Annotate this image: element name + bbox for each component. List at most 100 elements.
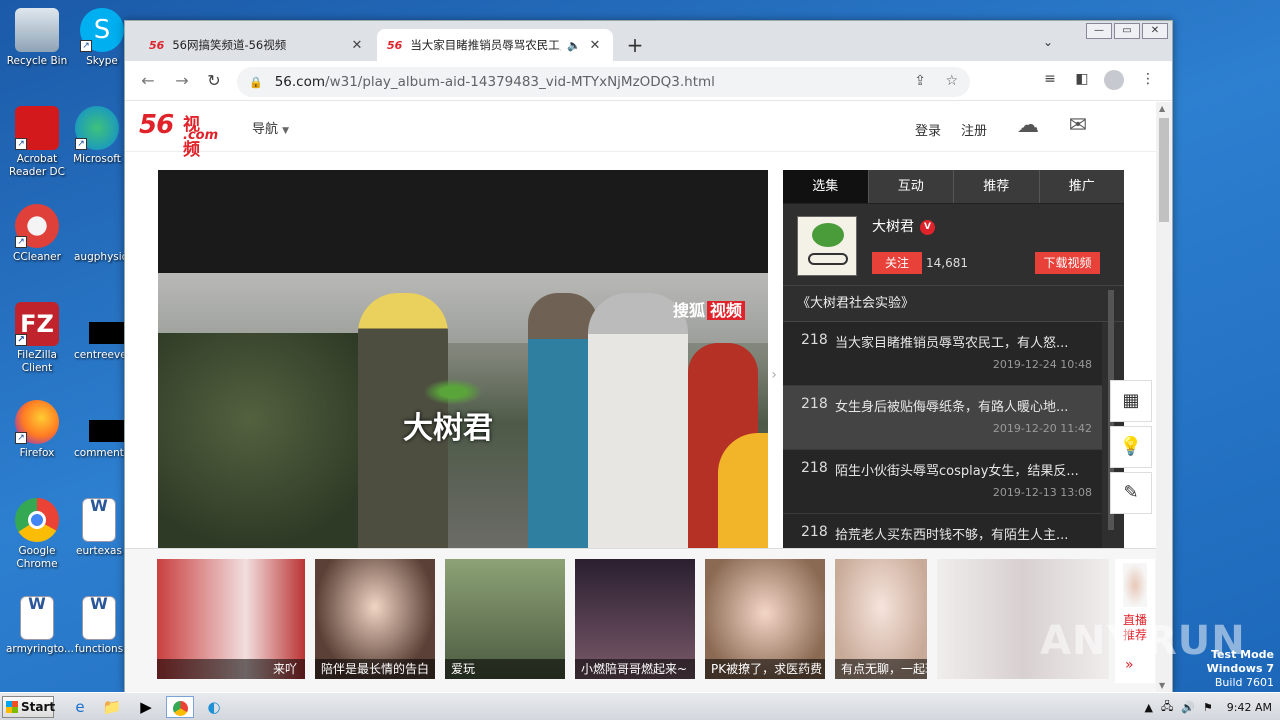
maximize-button[interactable]: ▭ <box>1114 23 1140 39</box>
file-icon <box>77 204 121 248</box>
upload-cloud-icon[interactable]: ☁ <box>1013 114 1043 140</box>
ccleaner-icon: ↗ <box>15 204 59 248</box>
lock-icon[interactable]: 🔒 <box>249 76 263 89</box>
collapse-panel-icon[interactable]: › <box>767 367 781 383</box>
desktop-icon-label: Microsoft <box>73 153 121 165</box>
logo-number: 56 <box>139 110 174 140</box>
logo-domain: .com <box>183 128 219 143</box>
site-logo[interactable]: 56 视频 .com <box>139 110 218 160</box>
qrcode-icon[interactable]: ▦ <box>1110 380 1152 422</box>
close-tab-icon[interactable]: ✕ <box>587 38 603 53</box>
ad-tile[interactable]: 有点无聊，一起玩 <box>835 559 927 679</box>
ad-caption: PK被撩了，求医药费 <box>705 659 825 679</box>
file-icon <box>77 400 124 444</box>
start-button[interactable]: Start <box>2 696 55 718</box>
chrome-shortcut[interactable]: Google Chrome <box>6 498 68 571</box>
nav-menu[interactable]: 导航 ▼ <box>252 118 289 137</box>
live-ad-strip: 来吖 陪伴是最长情的告白 爱玩 小燃陪哥哥燃起来~ PK被撩了，求医药费 有点无… <box>125 548 1157 692</box>
album-title[interactable]: 《大树君社会实验》 <box>783 286 1124 322</box>
tab-recommend[interactable]: 推荐 <box>953 170 1039 203</box>
tab-video-active[interactable]: 56 当大家目睹推销员辱骂农民工, 🔈 ✕ <box>377 29 613 61</box>
profile-avatar[interactable] <box>1103 70 1125 95</box>
skype-shortcut[interactable]: S ↗ Skype <box>80 8 124 68</box>
volume-icon[interactable]: 🔊 <box>1181 701 1195 714</box>
nav-label: 导航 <box>252 122 279 137</box>
follow-button[interactable]: 关注 <box>872 252 922 274</box>
list-item[interactable]: 218 女生身后被贴侮辱纸条，有路人暖心地... 2019-12-20 11:4… <box>783 386 1102 450</box>
page-scrollbar[interactable]: ▲ ▼ <box>1156 102 1172 692</box>
tab-episodes[interactable]: 选集 <box>783 170 868 203</box>
bookmark-star-icon[interactable]: ☆ <box>945 73 958 89</box>
tab-interact[interactable]: 互动 <box>867 170 954 203</box>
scroll-thumb[interactable] <box>1159 118 1169 222</box>
share-icon[interactable]: ⇪ <box>914 73 926 89</box>
armyringto-file[interactable]: W armyringto... <box>6 596 74 656</box>
mail-icon[interactable]: ✉ <box>1063 114 1093 140</box>
forward-icon[interactable]: → <box>171 71 193 91</box>
desktop-icon-label: FileZilla Client <box>17 349 57 374</box>
avatar[interactable] <box>797 216 857 276</box>
list-item[interactable]: 218 当大家目睹推销员辱骂农民工，有人怒... 2019-12-24 10:4… <box>783 322 1102 386</box>
ad-tile[interactable]: 小燃陪哥哥燃起来~ <box>575 559 695 679</box>
centreeve-file[interactable]: centreeve <box>74 302 124 362</box>
scroll-up-icon[interactable]: ▲ <box>1159 104 1165 113</box>
ie-taskbar-icon[interactable]: e <box>66 696 94 718</box>
side-panel-icon[interactable]: ◧ <box>1071 71 1093 87</box>
login-link[interactable]: 登录 <box>915 120 941 139</box>
eurtexas-file[interactable]: W eurtexas <box>74 498 124 558</box>
ad-caption: 来吖 <box>157 659 305 679</box>
media-queue-icon[interactable]: ≡ <box>1039 71 1061 87</box>
list-item[interactable]: 218 陌生小伙街头辱骂cosplay女生，结果反... 2019-12-13 … <box>783 450 1102 514</box>
feedback-edit-icon[interactable]: ✎ <box>1110 472 1152 514</box>
ad-tile[interactable]: 陪伴是最长情的告白 <box>315 559 435 679</box>
augphysic-file[interactable]: augphysic <box>74 204 124 264</box>
tab-search-icon[interactable]: ⌄ <box>1043 35 1053 49</box>
media-player-taskbar-icon[interactable]: ▶ <box>132 696 160 718</box>
register-link[interactable]: 注册 <box>961 120 987 139</box>
ad-tile[interactable]: 爱玩 <box>445 559 565 679</box>
reload-icon[interactable]: ↻ <box>203 71 225 91</box>
desktop-icon-label: functions <box>74 643 124 655</box>
edge-shortcut[interactable]: ↗ Microsoft <box>70 106 124 166</box>
ccleaner-shortcut[interactable]: ↗ CCleaner <box>6 204 68 264</box>
close-window-button[interactable]: ✕ <box>1142 23 1168 39</box>
video-player[interactable]: 搜狐 视频 大树君 <box>158 170 768 548</box>
minimize-button[interactable]: — <box>1086 23 1112 39</box>
firefox-shortcut[interactable]: ↗ Firefox <box>6 400 68 460</box>
functions-file[interactable]: W functions <box>74 596 124 656</box>
lightbulb-icon[interactable]: 💡 <box>1110 426 1152 468</box>
speaker-icon[interactable]: 🔈 <box>567 39 581 52</box>
desktop-icon-label: augphysic <box>74 251 124 263</box>
recycle-bin-icon[interactable]: Recycle Bin <box>6 8 68 68</box>
ad-tile[interactable]: 来吖 <box>157 559 305 679</box>
tab-promote[interactable]: 推广 <box>1038 170 1125 203</box>
filezilla-icon: FZ ↗ <box>15 302 59 346</box>
address-bar[interactable]: 🔒 56.com/w31/play_album-aid-14379483_vid… <box>237 67 970 97</box>
desktop-icon-label: CCleaner <box>13 251 61 263</box>
menu-kebab-icon[interactable]: ⋮ <box>1137 71 1159 87</box>
episode-title: 拾荒老人买东西时钱不够，有陌生人主... <box>835 528 1069 543</box>
avatar <box>1123 563 1147 607</box>
download-video-button[interactable]: 下载视频 <box>1035 252 1100 274</box>
explorer-taskbar-icon[interactable]: 📁 <box>98 696 126 718</box>
commentf-file[interactable]: commentf <box>74 400 124 460</box>
back-icon[interactable]: ← <box>137 71 159 91</box>
new-tab-button[interactable]: + <box>625 35 645 55</box>
acrobat-shortcut[interactable]: ↗ Acrobat Reader DC <box>6 106 68 179</box>
close-tab-icon[interactable]: ✕ <box>349 38 365 53</box>
tab-56-comedy[interactable]: 56 56网搞笑频道-56视频 ✕ <box>139 29 375 61</box>
uploader-name[interactable]: 大树君 V <box>872 216 935 236</box>
chrome-taskbar-icon[interactable] <box>166 696 194 718</box>
network-icon[interactable]: 🖧 <box>1161 698 1173 717</box>
episode-panel: 选集 互动 推荐 推广 大树君 V 关注 14,681 下载视频 《大树君社会实验… <box>783 170 1125 578</box>
taskbar: Start e 📁 ▶ ◐ ▲ 🖧 🔊 ⚑ 9:42 AM <box>0 692 1280 720</box>
edge-taskbar-icon[interactable]: ◐ <box>200 696 228 718</box>
video-frame[interactable]: 搜狐 视频 大树君 <box>158 273 768 548</box>
tray-expand-icon[interactable]: ▲ <box>1144 701 1152 714</box>
verified-badge-icon: V <box>920 219 935 235</box>
filezilla-shortcut[interactable]: FZ ↗ FileZilla Client <box>6 302 68 375</box>
scroll-down-icon[interactable]: ▼ <box>1159 681 1165 690</box>
ad-tile[interactable]: PK被撩了，求医药费 <box>705 559 825 679</box>
clock[interactable]: 9:42 AM <box>1227 701 1272 714</box>
action-center-flag-icon[interactable]: ⚑ <box>1203 701 1213 714</box>
